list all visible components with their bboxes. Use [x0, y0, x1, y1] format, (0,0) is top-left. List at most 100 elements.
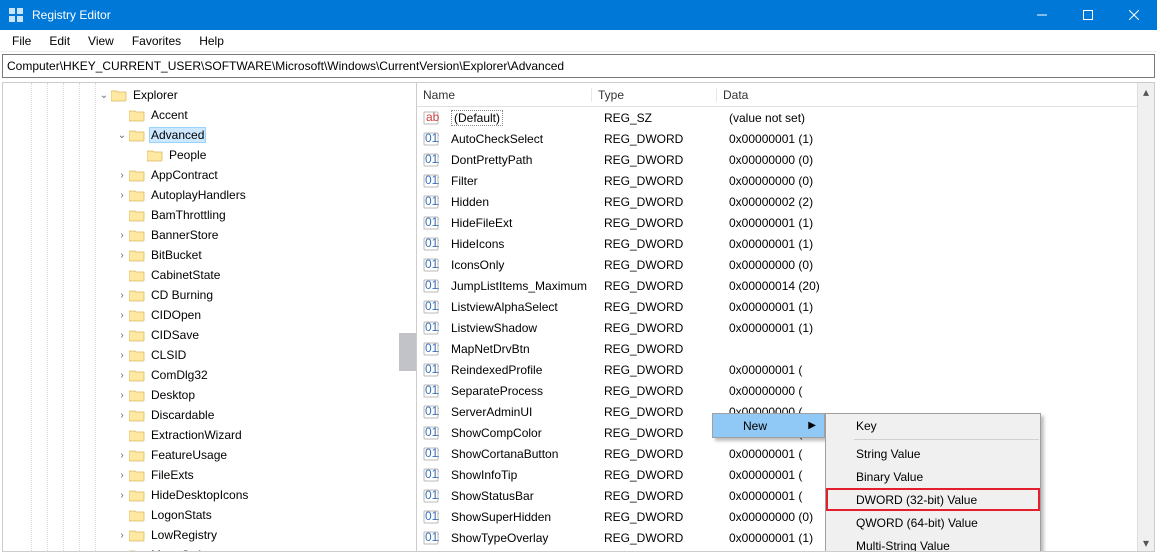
- value-row[interactable]: 011ShowInfoTipREG_DWORD0x00000001 (: [417, 464, 1154, 485]
- tree-item[interactable]: ›FeatureUsage: [3, 445, 416, 465]
- tree-item[interactable]: ExtractionWizard: [3, 425, 416, 445]
- tree-item[interactable]: ›Desktop: [3, 385, 416, 405]
- folder-icon: [147, 148, 163, 162]
- tree-item[interactable]: People: [3, 145, 416, 165]
- value-row[interactable]: 011ListviewAlphaSelectREG_DWORD0x0000000…: [417, 296, 1154, 317]
- tree-item[interactable]: ›CLSID: [3, 345, 416, 365]
- tree-item[interactable]: ›Discardable: [3, 405, 416, 425]
- menu-favorites[interactable]: Favorites: [124, 32, 189, 50]
- chevron-right-icon[interactable]: ›: [115, 308, 129, 322]
- tree-item[interactable]: ›CIDSave: [3, 325, 416, 345]
- tree-item[interactable]: ›BannerStore: [3, 225, 416, 245]
- value-row[interactable]: ab(Default)REG_SZ(value not set): [417, 107, 1154, 128]
- value-row[interactable]: 011MapNetDrvBtnREG_DWORD: [417, 338, 1154, 359]
- menu-edit[interactable]: Edit: [41, 32, 78, 50]
- chevron-right-icon[interactable]: ›: [115, 188, 129, 202]
- menu-view[interactable]: View: [80, 32, 122, 50]
- value-row[interactable]: 011JumpListItems_MaximumREG_DWORD0x00000…: [417, 275, 1154, 296]
- value-row[interactable]: 011HideFileExtREG_DWORD0x00000001 (1): [417, 212, 1154, 233]
- value-row[interactable]: 011DontPrettyPathREG_DWORD0x00000000 (0): [417, 149, 1154, 170]
- address-bar[interactable]: [2, 54, 1155, 78]
- tree-item[interactable]: ›BitBucket: [3, 245, 416, 265]
- address-input[interactable]: [7, 59, 1150, 73]
- tree-item[interactable]: ⌄Explorer: [3, 85, 416, 105]
- chevron-right-icon[interactable]: ›: [115, 288, 129, 302]
- svg-text:011: 011: [425, 321, 439, 334]
- value-row[interactable]: 011ShowTypeOverlayREG_DWORD0x00000001 (1…: [417, 527, 1154, 548]
- tree-item[interactable]: ›CD Burning: [3, 285, 416, 305]
- content: ⌄ExplorerAccent⌄AdvancedPeople›AppContra…: [2, 82, 1155, 552]
- tree-item[interactable]: CabinetState: [3, 265, 416, 285]
- tree-item[interactable]: BamThrottling: [3, 205, 416, 225]
- tree-item[interactable]: ›LowRegistry: [3, 525, 416, 545]
- chevron-right-icon[interactable]: ›: [115, 548, 129, 551]
- chevron-right-icon[interactable]: ›: [115, 368, 129, 382]
- folder-icon: [129, 208, 145, 222]
- tree-item[interactable]: ›AutoplayHandlers: [3, 185, 416, 205]
- value-type: REG_DWORD: [598, 237, 723, 251]
- chevron-right-icon[interactable]: ›: [115, 468, 129, 482]
- folder-icon: [129, 308, 145, 322]
- chevron-down-icon[interactable]: ⌄: [115, 128, 129, 142]
- column-type[interactable]: Type: [592, 88, 717, 102]
- tree-item[interactable]: ›FileExts: [3, 465, 416, 485]
- chevron-right-icon[interactable]: ›: [115, 448, 129, 462]
- value-data: 0x00000001 (1): [723, 237, 1154, 251]
- value-row[interactable]: 011SeparateProcessREG_DWORD0x00000000 (: [417, 380, 1154, 401]
- value-row[interactable]: 011ShowCortanaButtonREG_DWORD0x00000001 …: [417, 443, 1154, 464]
- value-row[interactable]: 011ShowStatusBarREG_DWORD0x00000001 (: [417, 485, 1154, 506]
- scroll-down-icon[interactable]: ▾: [1138, 534, 1154, 551]
- context-item[interactable]: Key: [826, 414, 1040, 437]
- value-row[interactable]: 011ListviewShadowREG_DWORD0x00000001 (1): [417, 317, 1154, 338]
- value-row[interactable]: 011ShowSuperHiddenREG_DWORD0x00000000 (0…: [417, 506, 1154, 527]
- menu-file[interactable]: File: [4, 32, 39, 50]
- tree-item[interactable]: LogonStats: [3, 505, 416, 525]
- list-scrollbar[interactable]: ▴ ▾: [1137, 83, 1154, 551]
- tree-item[interactable]: ›HideDesktopIcons: [3, 485, 416, 505]
- value-row[interactable]: 011HiddenREG_DWORD0x00000002 (2): [417, 191, 1154, 212]
- context-item[interactable]: QWORD (64-bit) Value: [826, 511, 1040, 534]
- chevron-right-icon[interactable]: ›: [115, 388, 129, 402]
- menu-help[interactable]: Help: [191, 32, 232, 50]
- minimize-button[interactable]: [1019, 0, 1065, 30]
- column-name[interactable]: Name: [417, 88, 592, 102]
- chevron-right-icon[interactable]: ›: [115, 408, 129, 422]
- dword-value-icon: 011: [423, 510, 439, 524]
- value-row[interactable]: 011ReindexedProfileREG_DWORD0x00000001 (: [417, 359, 1154, 380]
- tree-scrollbar-thumb[interactable]: [399, 333, 416, 371]
- folder-icon: [129, 328, 145, 342]
- chevron-right-icon[interactable]: ›: [115, 168, 129, 182]
- context-item[interactable]: DWORD (32-bit) Value: [826, 488, 1040, 511]
- chevron-right-icon[interactable]: ›: [115, 228, 129, 242]
- tree-item[interactable]: Accent: [3, 105, 416, 125]
- tree-pane[interactable]: ⌄ExplorerAccent⌄AdvancedPeople›AppContra…: [3, 83, 417, 551]
- svg-text:011: 011: [425, 195, 439, 208]
- value-row[interactable]: 011AutoCheckSelectREG_DWORD0x00000001 (1…: [417, 128, 1154, 149]
- scroll-up-icon[interactable]: ▴: [1138, 83, 1154, 100]
- tree-item[interactable]: ›AppContract: [3, 165, 416, 185]
- value-row[interactable]: 011IconsOnlyREG_DWORD0x00000000 (0): [417, 254, 1154, 275]
- maximize-button[interactable]: [1065, 0, 1111, 30]
- tree-item[interactable]: ›CIDOpen: [3, 305, 416, 325]
- folder-icon: [129, 368, 145, 382]
- svg-text:011: 011: [425, 384, 439, 397]
- values-pane: Name Type Data ab(Default)REG_SZ(value n…: [417, 83, 1154, 551]
- context-item[interactable]: Binary Value: [826, 465, 1040, 488]
- close-button[interactable]: [1111, 0, 1157, 30]
- chevron-down-icon[interactable]: ⌄: [97, 88, 111, 102]
- tree-item[interactable]: ⌄Advanced: [3, 125, 416, 145]
- value-row[interactable]: 011HideIconsREG_DWORD0x00000001 (1): [417, 233, 1154, 254]
- chevron-right-icon[interactable]: ›: [115, 348, 129, 362]
- value-row[interactable]: 011FilterREG_DWORD0x00000000 (0): [417, 170, 1154, 191]
- context-item[interactable]: Multi-String Value: [826, 534, 1040, 552]
- chevron-right-icon[interactable]: ›: [115, 328, 129, 342]
- value-data: 0x00000001 (1): [723, 300, 1154, 314]
- chevron-right-icon[interactable]: ›: [115, 248, 129, 262]
- tree-item[interactable]: ›MenuOrder: [3, 545, 416, 551]
- chevron-right-icon[interactable]: ›: [115, 528, 129, 542]
- chevron-right-icon[interactable]: ›: [115, 488, 129, 502]
- context-item[interactable]: String Value: [826, 442, 1040, 465]
- tree-item[interactable]: ›ComDlg32: [3, 365, 416, 385]
- column-data[interactable]: Data: [717, 88, 1154, 102]
- context-item[interactable]: New▶: [713, 414, 824, 437]
